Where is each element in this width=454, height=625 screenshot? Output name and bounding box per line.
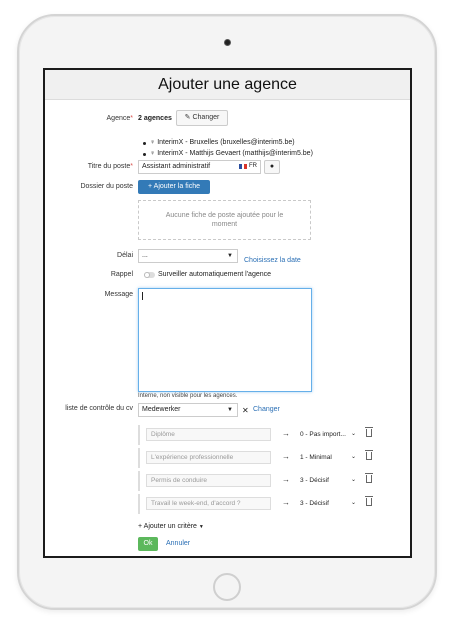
checklist-select[interactable]: Medewerker ▼ xyxy=(138,403,238,417)
arrow-right-icon: → xyxy=(282,452,290,461)
language-code: FR xyxy=(249,163,257,169)
criterion-input[interactable]: Travail le week-end, d'accord ? xyxy=(146,497,271,510)
add-criterion-label: + Ajouter un critère xyxy=(138,523,197,530)
criterion-level: 0 - Pas import... xyxy=(300,431,346,438)
job-title-value: Assistant administratif xyxy=(142,163,211,170)
delay-value: ... xyxy=(142,252,148,259)
ok-button[interactable]: Ok xyxy=(138,537,158,551)
agence-count: 2 agences xyxy=(138,115,172,122)
criterion-input[interactable]: Diplôme xyxy=(146,428,271,441)
message-textarea[interactable] xyxy=(138,288,312,392)
titre-label-wrap: Titre du poste* xyxy=(65,163,133,170)
trash-icon[interactable] xyxy=(365,427,373,437)
cancel-link[interactable]: Annuler xyxy=(166,540,190,547)
add-criterion-button[interactable]: + Ajouter un critère ▼ xyxy=(138,523,204,530)
trash-icon[interactable] xyxy=(365,496,373,506)
caret-down-icon: ▼ xyxy=(198,524,204,530)
delai-label: Délai xyxy=(117,252,133,259)
agence-label-wrap: Agence* xyxy=(65,115,133,122)
change-label: Changer xyxy=(192,114,220,121)
agence-item: ♀ InterimX - Matthijs Gevaert (matthijs@… xyxy=(150,150,313,157)
arrow-right-icon: → xyxy=(282,429,290,438)
caret-down-icon: ⌄ xyxy=(350,477,356,483)
camera-icon xyxy=(224,39,231,46)
criterion-input[interactable]: Permis de conduire xyxy=(146,474,271,487)
person-icon: ♀ xyxy=(150,139,156,146)
pencil-icon: ✎ xyxy=(184,114,191,121)
arrow-right-icon: → xyxy=(282,475,290,484)
criterion-row: L'expérience professionnelle → 1 - Minim… xyxy=(138,448,378,468)
delay-select[interactable]: ... ▼ xyxy=(138,249,238,263)
auto-monitor-text: Surveiller automatiquement l'agence xyxy=(158,271,272,278)
caret-down-icon: ▼ xyxy=(227,253,233,259)
agence-item-text: InterimX - Matthijs Gevaert (matthijs@in… xyxy=(157,150,313,157)
agence-label: Agence xyxy=(106,115,131,122)
job-file-dropzone[interactable]: Aucune fiche de poste ajoutée pour le mo… xyxy=(138,200,311,240)
modal-title: Ajouter une agence xyxy=(45,70,410,100)
rappel-label: Rappel xyxy=(110,271,133,278)
criterion-level-select[interactable]: 3 - Décisif ⌄ xyxy=(300,497,358,510)
close-icon[interactable]: ✕ xyxy=(242,406,249,415)
home-button[interactable] xyxy=(213,573,241,601)
trash-icon[interactable] xyxy=(365,450,373,460)
translate-button[interactable]: ● xyxy=(264,160,280,174)
change-agences-button[interactable]: ✎ Changer xyxy=(176,110,228,126)
change-checklist-link[interactable]: Changer xyxy=(253,406,280,413)
auto-monitor-toggle[interactable] xyxy=(144,272,155,278)
plus-icon: + xyxy=(148,183,153,190)
text-cursor xyxy=(142,292,143,300)
agence-item: ♀ InterimX - Bruxelles (bruxelles@interi… xyxy=(150,139,295,146)
bullet xyxy=(143,142,146,145)
required-mark: * xyxy=(130,115,133,122)
criterion-level-select[interactable]: 0 - Pas import... ⌄ xyxy=(300,428,358,441)
person-icon: ♀ xyxy=(150,150,156,157)
add-job-file-button[interactable]: + Ajouter la fiche xyxy=(138,180,210,194)
message-note: Interne, non visible pour les agences. xyxy=(138,393,238,399)
dossier-label: Dossier du poste xyxy=(80,183,133,190)
criterion-input[interactable]: L'expérience professionnelle xyxy=(146,451,271,464)
criterion-level-select[interactable]: 3 - Décisif ⌄ xyxy=(300,474,358,487)
checklist-value: Medewerker xyxy=(142,406,181,413)
caret-down-icon: ⌄ xyxy=(350,431,356,437)
criterion-level-select[interactable]: 1 - Minimal ⌄ xyxy=(300,451,358,464)
criterion-level: 3 - Décisif xyxy=(300,500,329,507)
bullet xyxy=(143,153,146,156)
criterion-row: Permis de conduire → 3 - Décisif ⌄ xyxy=(138,471,378,491)
required-mark: * xyxy=(130,163,133,170)
agence-item-text: InterimX - Bruxelles (bruxelles@interim5… xyxy=(157,139,295,146)
arrow-right-icon: → xyxy=(282,498,290,507)
modal-screen: Ajouter une agence Agence* 2 agences ✎ C… xyxy=(43,68,412,558)
flag-fr-icon xyxy=(239,164,247,169)
criterion-row: Diplôme → 0 - Pas import... ⌄ xyxy=(138,425,378,445)
message-label: Message xyxy=(104,291,133,298)
caret-down-icon: ▼ xyxy=(227,407,233,413)
trash-icon[interactable] xyxy=(365,473,373,483)
choose-date-link[interactable]: Choisissez la date xyxy=(244,257,301,264)
checklist-label: liste de contrôle du cv xyxy=(65,405,133,412)
criterion-level: 3 - Décisif xyxy=(300,477,329,484)
caret-down-icon: ⌄ xyxy=(350,454,356,460)
titre-label: Titre du poste xyxy=(87,163,131,170)
empty-file-text: Aucune fiche de poste ajoutée pour le mo… xyxy=(165,212,284,228)
criterion-row: Travail le week-end, d'accord ? → 3 - Dé… xyxy=(138,494,378,514)
caret-down-icon: ⌄ xyxy=(350,500,356,506)
add-file-label: Ajouter la fiche xyxy=(153,183,200,190)
criterion-level: 1 - Minimal xyxy=(300,454,332,461)
globe-icon: ● xyxy=(269,163,275,170)
